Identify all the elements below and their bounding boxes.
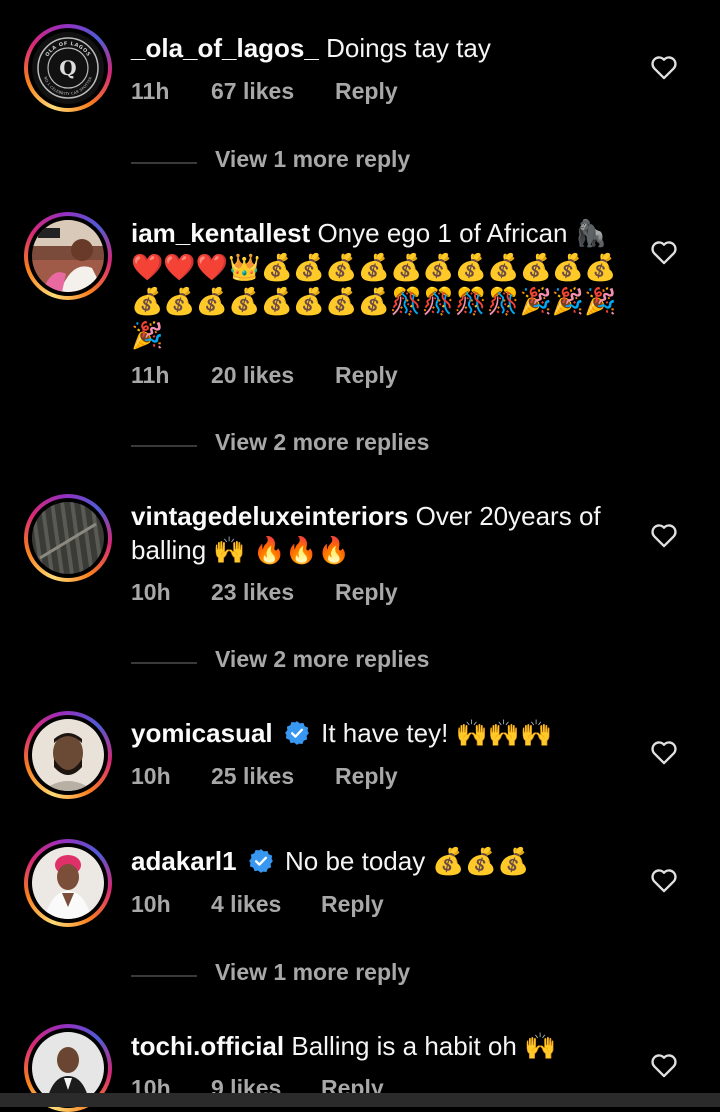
comment-text: No be today 💰💰💰 [285,846,530,876]
view-more-replies[interactable]: View 1 more reply [131,146,531,180]
heart-outline-icon[interactable] [650,54,678,85]
avatar[interactable] [24,212,112,300]
avatar[interactable] [24,711,112,799]
svg-text:Q: Q [59,56,76,80]
avatar-image: Q OLA OF LAGOS NO.1 CELEBRITY CAR SPOTTE… [32,32,104,104]
comment-likes[interactable]: 67 likes [211,78,294,105]
comment-text: It have tey! 🙌🙌🙌 [321,718,553,748]
heart-outline-icon[interactable] [650,739,678,770]
comment-username[interactable]: _ola_of_lagos_ [131,33,319,63]
comment-likes[interactable]: 25 likes [211,763,294,790]
comment-time: 10h [131,579,171,605]
divider-line [131,662,197,664]
view-more-replies[interactable]: View 2 more replies [131,646,531,680]
avatar-image [32,847,104,919]
reply-button[interactable]: Reply [335,78,398,105]
comment-time: 11h [131,362,170,388]
reply-button[interactable]: Reply [335,362,398,389]
verified-badge-icon [284,720,310,754]
comment-username[interactable]: adakarl1 [131,846,237,876]
avatar[interactable]: Q OLA OF LAGOS NO.1 CELEBRITY CAR SPOTTE… [24,24,112,112]
divider-line [131,445,197,447]
comment-username[interactable]: vintagedeluxeinteriors [131,501,408,531]
avatar[interactable] [24,494,112,582]
view-more-replies-label[interactable]: View 2 more replies [215,429,429,456]
avatar-image [32,719,104,791]
heart-outline-icon[interactable] [650,522,678,553]
view-more-replies[interactable]: View 2 more replies [131,429,531,463]
heart-outline-icon[interactable] [650,1052,678,1083]
avatar-image [32,220,104,292]
reply-button[interactable]: Reply [321,891,384,918]
comment-time: 11h [131,78,170,104]
reply-button[interactable]: Reply [335,579,398,606]
comment-username[interactable]: yomicasual [131,718,273,748]
comment-likes[interactable]: 20 likes [211,362,294,389]
heart-outline-icon[interactable] [650,867,678,898]
view-more-replies-label[interactable]: View 1 more reply [215,146,410,173]
view-more-replies[interactable]: View 1 more reply [131,959,531,993]
comment-text: Balling is a habit oh 🙌 [291,1031,557,1061]
comment-time: 10h [131,763,171,789]
comment-username[interactable]: iam_kentallest [131,218,310,248]
view-more-replies-label[interactable]: View 1 more reply [215,959,410,986]
comment-likes[interactable]: 23 likes [211,579,294,606]
divider-line [131,162,197,164]
divider-line [131,975,197,977]
bottom-bar [0,1093,720,1107]
heart-outline-icon[interactable] [650,239,678,270]
comment-username[interactable]: tochi.official [131,1031,284,1061]
avatar[interactable] [24,839,112,927]
comment-likes[interactable]: 4 likes [211,891,281,918]
view-more-replies-label[interactable]: View 2 more replies [215,646,429,673]
reply-button[interactable]: Reply [335,763,398,790]
comment-time: 10h [131,891,171,917]
avatar-image [32,502,104,574]
comment-text: Doings tay tay [326,33,491,63]
verified-badge-icon [248,848,274,882]
